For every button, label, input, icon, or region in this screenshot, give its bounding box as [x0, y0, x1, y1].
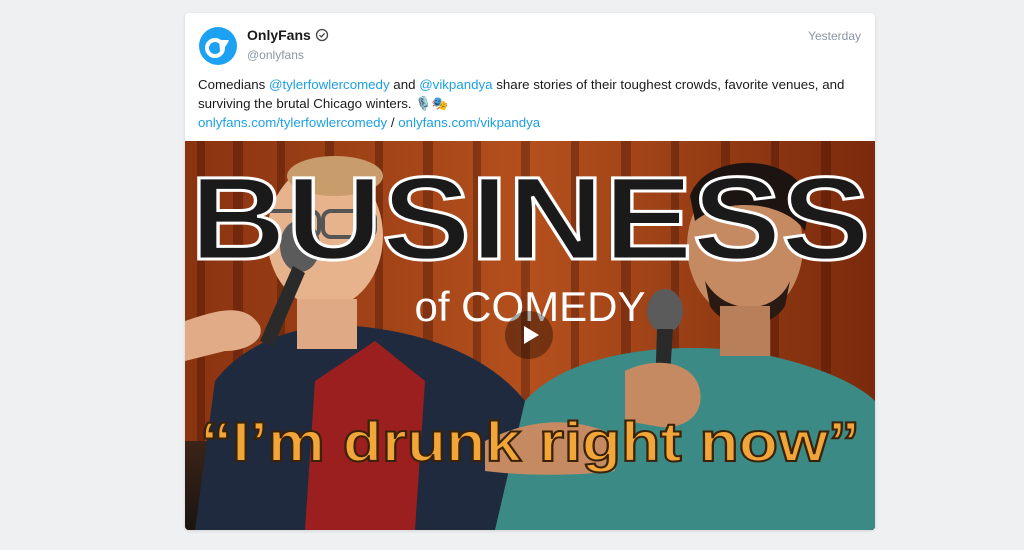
mention-link[interactable]: @tylerfowlercomedy: [269, 77, 390, 92]
author-handle[interactable]: @onlyfans: [247, 48, 304, 62]
video-title-top: BUSINESS: [190, 153, 870, 285]
play-icon: [524, 326, 539, 344]
post-card: OnlyFans @onlyfans Yesterday Comedians @…: [185, 13, 875, 530]
video-thumbnail[interactable]: BUSINESS of COMEDY “I’m drunk right now”: [185, 141, 875, 530]
post-text-segment: and: [389, 77, 420, 92]
post-text-segment: Comedians: [198, 77, 269, 92]
play-button[interactable]: [505, 311, 553, 359]
author-name[interactable]: OnlyFans: [247, 27, 311, 43]
post-header: OnlyFans @onlyfans Yesterday: [185, 13, 875, 83]
link-separator: /: [387, 115, 399, 130]
video-caption: “I’m drunk right now”: [200, 410, 860, 473]
post-text: Comedians @tylerfowlercomedy and @vikpan…: [198, 75, 863, 132]
mention-link[interactable]: @vikpandya: [419, 77, 492, 92]
profile-link[interactable]: onlyfans.com/tylerfowlercomedy: [198, 115, 387, 130]
verified-badge-icon: [315, 28, 328, 42]
profile-link[interactable]: onlyfans.com/vikpandya: [398, 115, 540, 130]
author-name-row: OnlyFans: [247, 27, 329, 43]
author-avatar[interactable]: [199, 27, 237, 65]
onlyfans-logo-icon: [205, 38, 229, 58]
post-timestamp[interactable]: Yesterday: [808, 29, 861, 43]
